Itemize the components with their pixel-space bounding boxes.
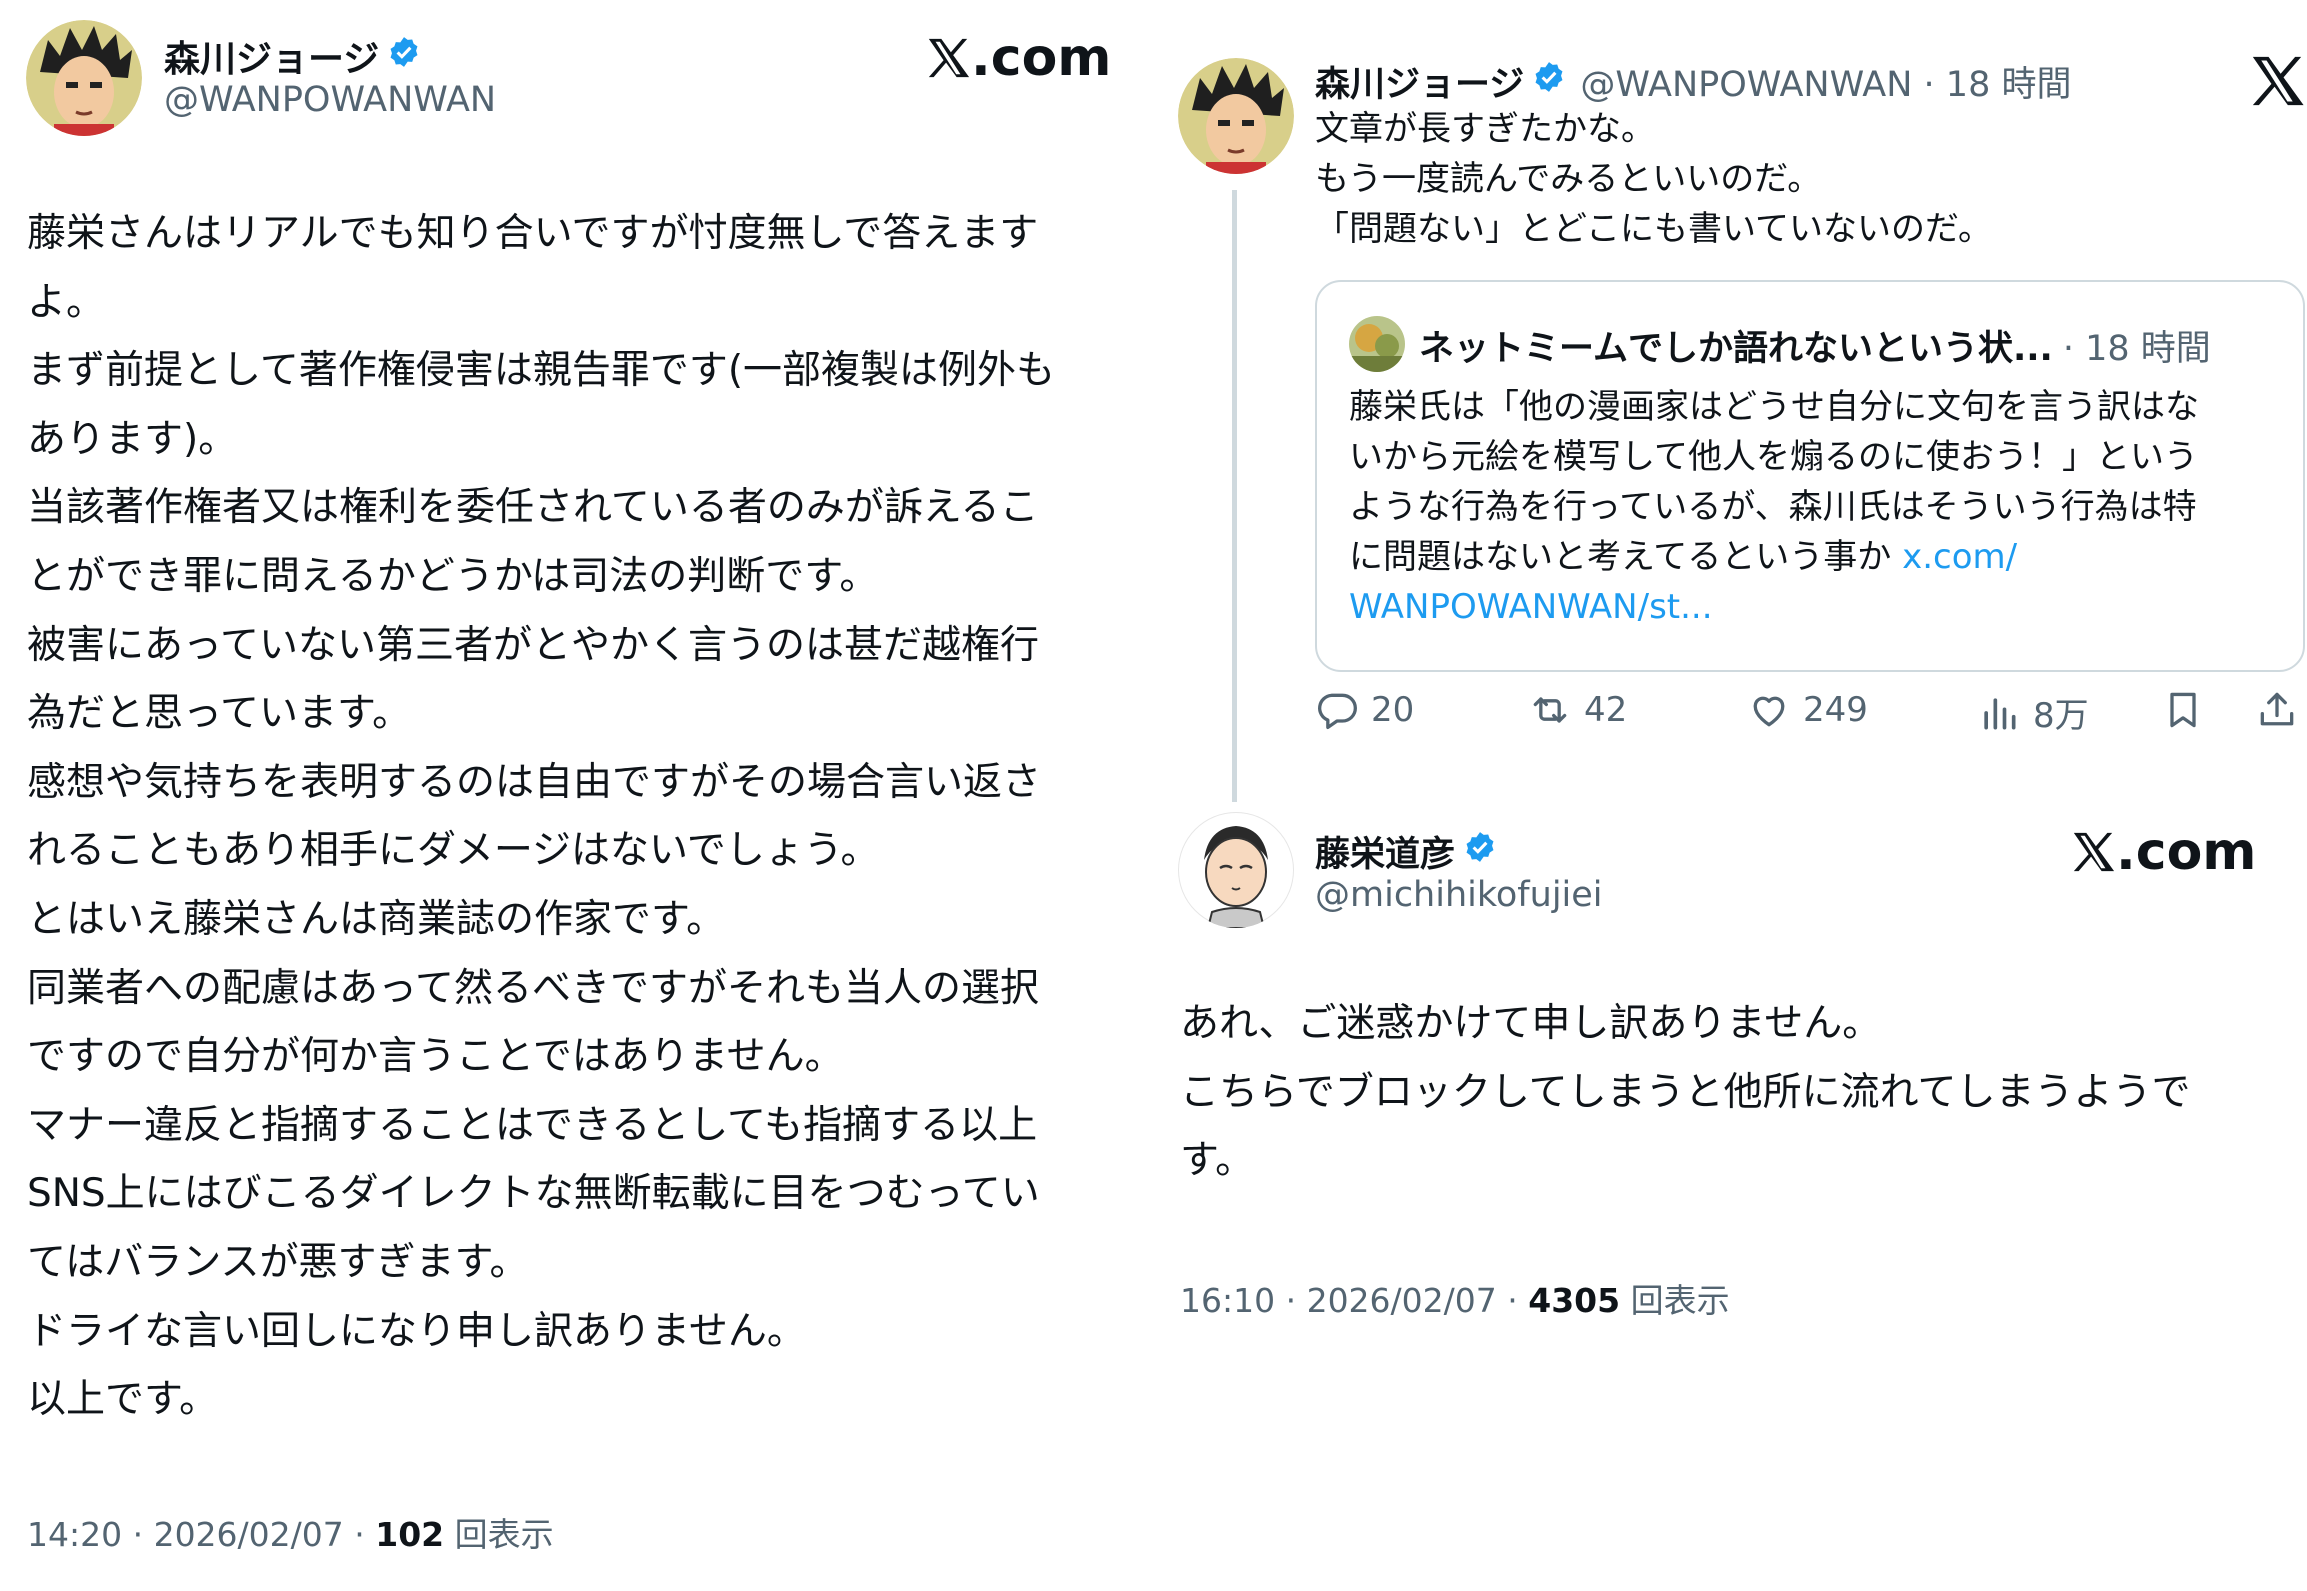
repost-icon: [1528, 688, 1572, 732]
view-count: 4305: [1528, 1281, 1621, 1320]
view-count-label: 回表示: [444, 1515, 554, 1554]
tweet-body: 藤栄さんはリアルでも知り合いですが忖度無しで答えます よ。 まず前提として著作権…: [27, 211, 1056, 1423]
views-count: 8万: [2033, 696, 2089, 736]
reply-body: 文章が長すぎたかな。 もう一度読んでみるといいのだ。 「問題ない」とどこにも書い…: [1315, 109, 1992, 249]
second-tweet-body: あれ、ご迷惑かけて申し訳ありません。 こちらでブロックしてしまうと他所に流れてし…: [1180, 1001, 2191, 1184]
quoted-author-name: ネットミームでしか語れないという状...: [1419, 329, 2053, 369]
thread-connector-line: [1232, 190, 1237, 802]
quoted-tweet-link-2[interactable]: WANPOWANWAN/st...: [1349, 587, 1713, 627]
quoted-tweet-link-1[interactable]: x.com/: [1902, 537, 2017, 577]
reply-button[interactable]: 20: [1315, 688, 1414, 732]
tweet-meta: 14:20 · 2026/02/07 · 102 回表示: [27, 1508, 554, 1556]
author-avatar[interactable]: [26, 20, 142, 136]
reply-author-name-row: 森川ジョージ @WANPOWANWAN · 18 時間: [1315, 56, 2071, 107]
verified-badge-icon: [387, 35, 421, 78]
x-logo-icon: [2070, 829, 2116, 875]
view-count: 102: [375, 1515, 445, 1554]
tweet-action-bar: 20 42 249 8万: [1315, 688, 2305, 750]
second-tweet-meta: 16:10 · 2026/02/07 · 4305 回表示: [1180, 1274, 1730, 1322]
reply-count: 20: [1371, 690, 1415, 730]
second-author-handle[interactable]: @michihikofujiei: [1315, 875, 1603, 915]
reply-handle-and-time[interactable]: @WANPOWANWAN · 18 時間: [1580, 56, 2071, 107]
author-handle[interactable]: @WANPOWANWAN: [164, 80, 496, 120]
second-author-avatar[interactable]: [1178, 812, 1294, 928]
left-tweet-card: 森川ジョージ @WANPOWANWAN .com 藤栄さんはリアルでも知り合いで…: [0, 0, 1160, 1591]
share-icon: [2255, 688, 2299, 732]
quoted-tweet-card[interactable]: ネットミームでしか語れないという状... · 18 時間 藤栄氏は「他の漫画家は…: [1315, 280, 2305, 672]
views-button[interactable]: 8万: [1977, 688, 2089, 737]
x-com-logo: .com: [2070, 822, 2257, 882]
second-author-name-row: 藤栄道彦: [1315, 826, 1497, 877]
like-button[interactable]: 249: [1747, 688, 1868, 732]
view-count-label: 回表示: [1620, 1281, 1730, 1320]
share-button[interactable]: [2255, 688, 2299, 732]
bar-chart-icon: [1977, 691, 2021, 735]
x-close-icon[interactable]: [2248, 52, 2306, 110]
logo-text: .com: [2116, 822, 2257, 882]
verified-badge-icon: [1532, 60, 1566, 103]
quoted-author-avatar: [1349, 316, 1405, 372]
right-thread-card: 森川ジョージ @WANPOWANWAN · 18 時間 文章が長すぎたかな。 も…: [1160, 0, 2307, 1591]
reply-author-avatar[interactable]: [1178, 58, 1294, 174]
author-display-name[interactable]: 森川ジョージ: [164, 30, 379, 82]
quoted-tweet-time: · 18 時間: [2062, 329, 2211, 369]
bookmark-icon: [2161, 688, 2205, 732]
quoted-tweet-text: 藤栄氏は「他の漫画家はどうせ自分に文句を言う訳はな いから元絵を模写して他人を煽…: [1349, 382, 2279, 632]
author-name-row: 森川ジョージ: [164, 30, 421, 82]
heart-icon: [1747, 688, 1791, 732]
repost-count: 42: [1584, 690, 1628, 730]
reply-author-display-name[interactable]: 森川ジョージ: [1315, 56, 1524, 107]
x-com-logo: .com: [925, 28, 1112, 88]
logo-text: .com: [971, 28, 1112, 88]
verified-badge-icon: [1463, 830, 1497, 873]
quoted-tweet-header: ネットミームでしか語れないという状... · 18 時間: [1419, 320, 2211, 371]
bookmark-button[interactable]: [2161, 688, 2205, 732]
like-count: 249: [1803, 690, 1868, 730]
second-author-display-name[interactable]: 藤栄道彦: [1315, 826, 1455, 877]
tweet-timestamp[interactable]: 16:10 · 2026/02/07 ·: [1180, 1281, 1528, 1320]
x-logo-icon: [925, 35, 971, 81]
quoted-tweet-body: 藤栄氏は「他の漫画家はどうせ自分に文句を言う訳はな いから元絵を模写して他人を煽…: [1349, 387, 2199, 577]
tweet-timestamp[interactable]: 14:20 · 2026/02/07 ·: [27, 1515, 375, 1554]
reply-icon: [1315, 688, 1359, 732]
repost-button[interactable]: 42: [1528, 688, 1627, 732]
